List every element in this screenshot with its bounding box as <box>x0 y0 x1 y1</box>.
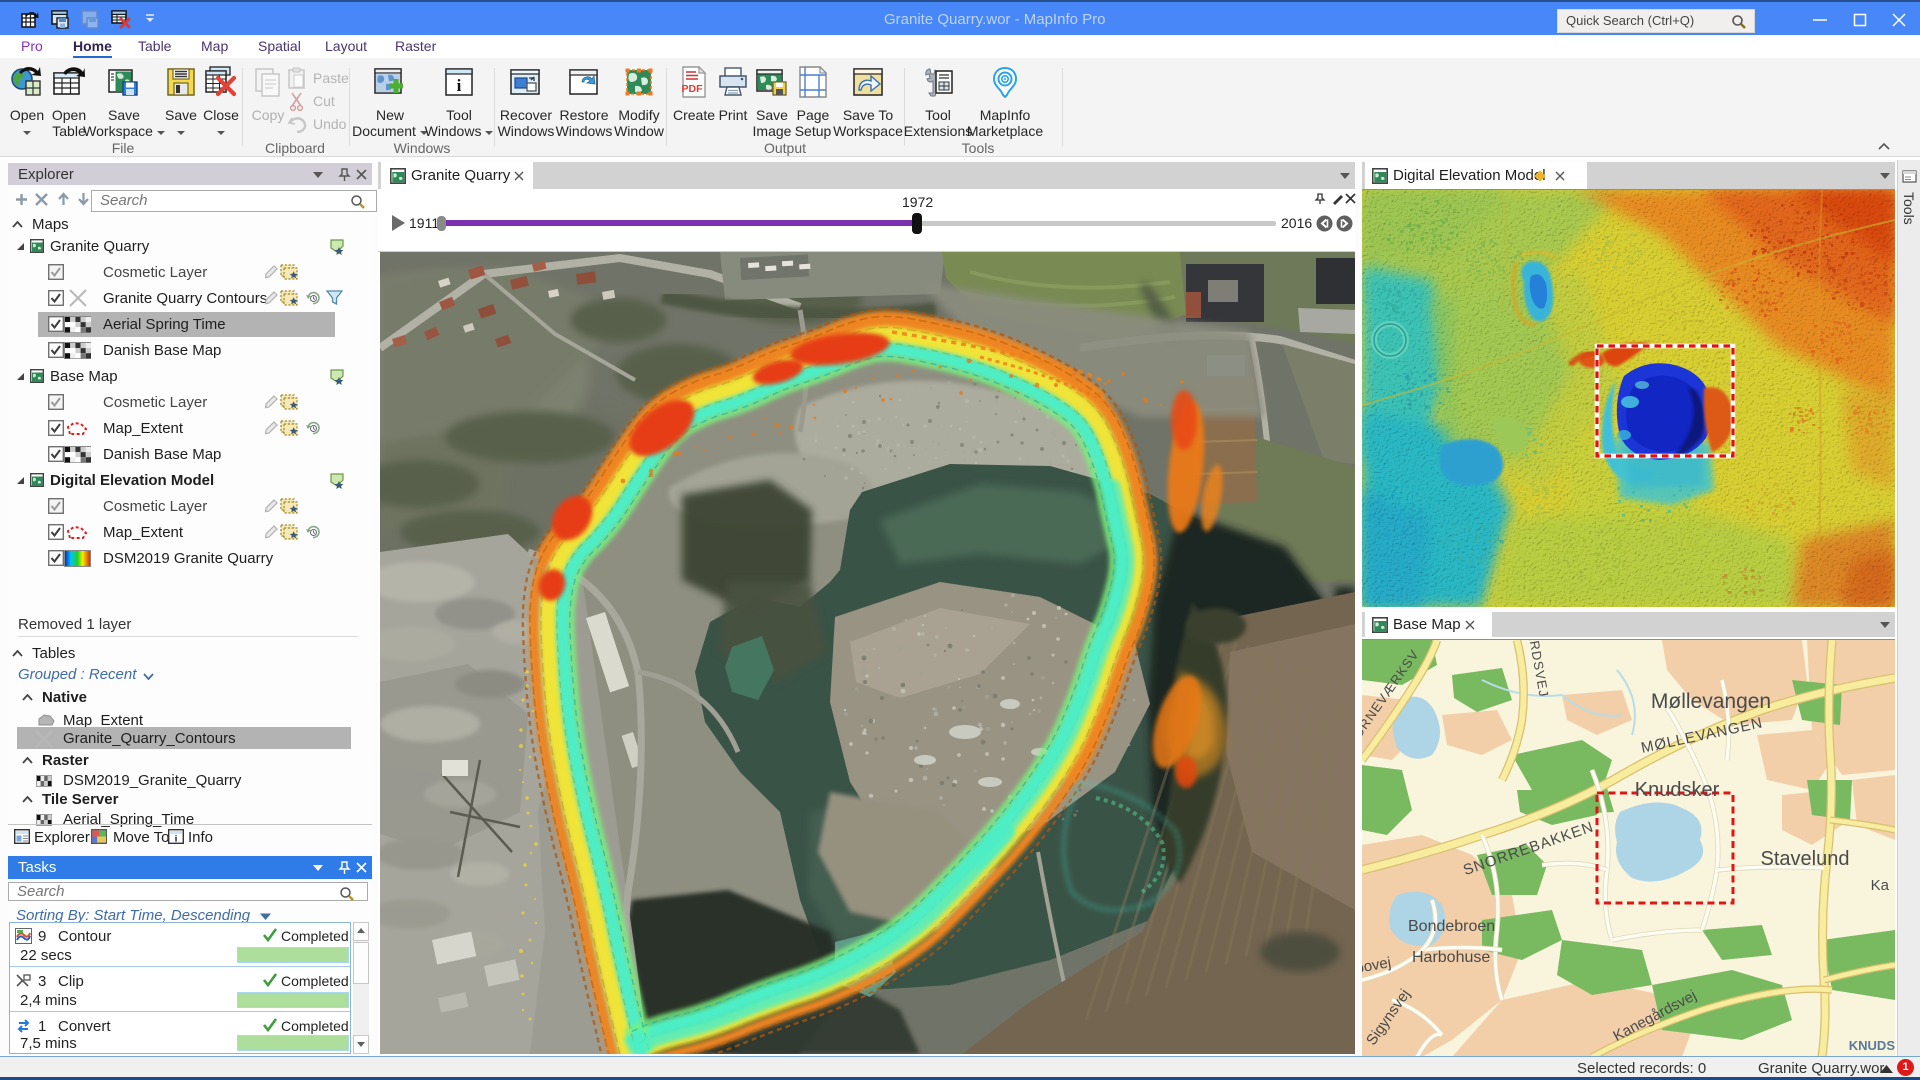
svg-text:Stavelund: Stavelund <box>1761 848 1850 870</box>
svg-text:Harbohuse: Harbohuse <box>1412 949 1490 966</box>
svg-text:i: i <box>457 76 462 95</box>
svg-text:Bondebroen: Bondebroen <box>1408 918 1495 935</box>
svg-text:Knudsker: Knudsker <box>1635 779 1720 801</box>
svg-text:Ka: Ka <box>1871 877 1890 894</box>
svg-text:KNUDS: KNUDS <box>1849 1038 1895 1053</box>
svg-text:Møllevangen: Møllevangen <box>1651 690 1771 713</box>
